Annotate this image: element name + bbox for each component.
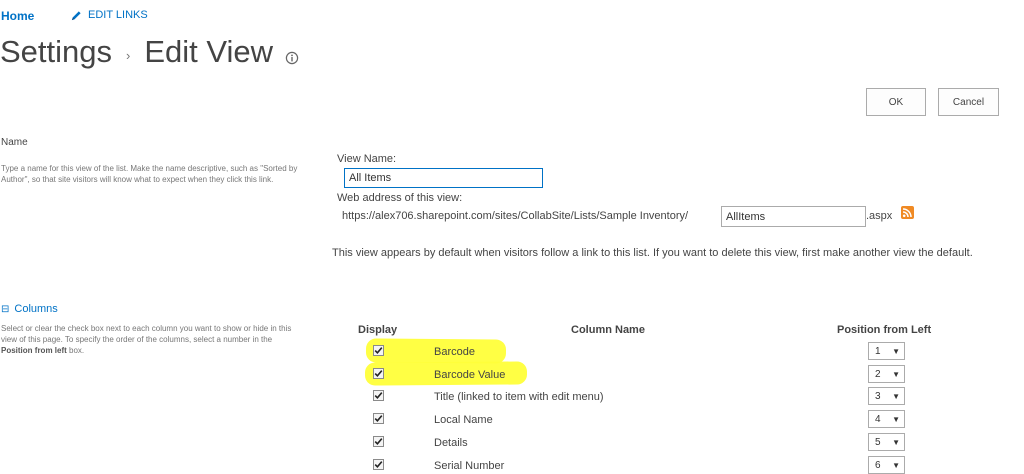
- display-checkbox[interactable]: [373, 459, 384, 470]
- position-value: 1: [875, 345, 881, 357]
- url-prefix: https://alex706.sharepoint.com/sites/Col…: [342, 210, 689, 222]
- default-view-note: This view appears by default when visito…: [332, 247, 973, 259]
- display-checkbox[interactable]: [373, 390, 384, 401]
- display-checkbox[interactable]: [373, 345, 384, 356]
- position-select[interactable]: 5 ▼: [868, 433, 905, 451]
- display-checkbox[interactable]: [373, 413, 384, 424]
- url-suffix: .aspx: [866, 210, 893, 222]
- column-name: Barcode Value: [434, 369, 506, 381]
- position-select[interactable]: 2 ▼: [868, 365, 905, 383]
- home-link[interactable]: Home: [1, 9, 34, 23]
- chevron-down-icon: ▼: [892, 437, 900, 447]
- cancel-button[interactable]: Cancel: [938, 88, 999, 116]
- position-value: 5: [875, 436, 881, 448]
- rss-icon[interactable]: [901, 206, 914, 219]
- column-name-header: Column Name: [571, 324, 645, 336]
- display-header: Display: [358, 324, 398, 336]
- column-name: Title (linked to item with edit menu): [434, 391, 604, 403]
- columns-desc-end: box.: [66, 346, 85, 355]
- page-title: Settings › Edit View: [0, 28, 299, 76]
- chevron-down-icon: ▼: [892, 346, 900, 356]
- chevron-down-icon: ▼: [892, 460, 900, 470]
- position-select[interactable]: 4 ▼: [868, 410, 905, 428]
- column-name: Details: [434, 437, 468, 449]
- name-section-heading: Name: [1, 137, 28, 148]
- collapse-icon: ⊟: [1, 303, 10, 315]
- position-value: 6: [875, 459, 881, 471]
- web-address-label: Web address of this view:: [337, 192, 463, 204]
- columns-desc-bold: Position from left: [1, 346, 67, 355]
- page-title-edit-view: Edit View: [144, 34, 274, 69]
- columns-section-description: Select or clear the check box next to ea…: [1, 323, 301, 356]
- display-checkbox[interactable]: [373, 436, 384, 447]
- columns-heading: Columns: [14, 303, 58, 315]
- page-title-settings: Settings: [0, 34, 113, 69]
- chevron-down-icon: ▼: [892, 391, 900, 401]
- display-checkbox[interactable]: [373, 368, 384, 379]
- column-name: Serial Number: [434, 460, 505, 472]
- name-section-description: Type a name for this view of the list. M…: [1, 164, 298, 184]
- view-name-label: View Name:: [337, 153, 397, 165]
- column-name: Local Name: [434, 414, 493, 426]
- info-icon[interactable]: [285, 35, 299, 75]
- breadcrumb-separator: ›: [126, 48, 131, 63]
- edit-links-label: EDIT LINKS: [88, 9, 148, 21]
- position-value: 4: [875, 413, 881, 425]
- view-name-input[interactable]: [344, 168, 543, 188]
- position-select[interactable]: 3 ▼: [868, 387, 905, 405]
- ok-button[interactable]: OK: [866, 88, 926, 116]
- position-select[interactable]: 1 ▼: [868, 342, 905, 360]
- chevron-down-icon: ▼: [892, 414, 900, 424]
- position-value: 3: [875, 390, 881, 402]
- columns-desc-text: Select or clear the check box next to ea…: [1, 324, 292, 344]
- position-select[interactable]: 6 ▼: [868, 456, 905, 474]
- position-header: Position from Left: [837, 324, 932, 336]
- columns-section-toggle[interactable]: ⊟ Columns: [1, 303, 58, 315]
- url-page-input[interactable]: [721, 206, 866, 227]
- column-name: Barcode: [434, 346, 475, 358]
- position-value: 2: [875, 368, 881, 380]
- chevron-down-icon: ▼: [892, 369, 900, 379]
- pencil-icon: [71, 10, 82, 21]
- edit-links-button[interactable]: EDIT LINKS: [71, 9, 148, 21]
